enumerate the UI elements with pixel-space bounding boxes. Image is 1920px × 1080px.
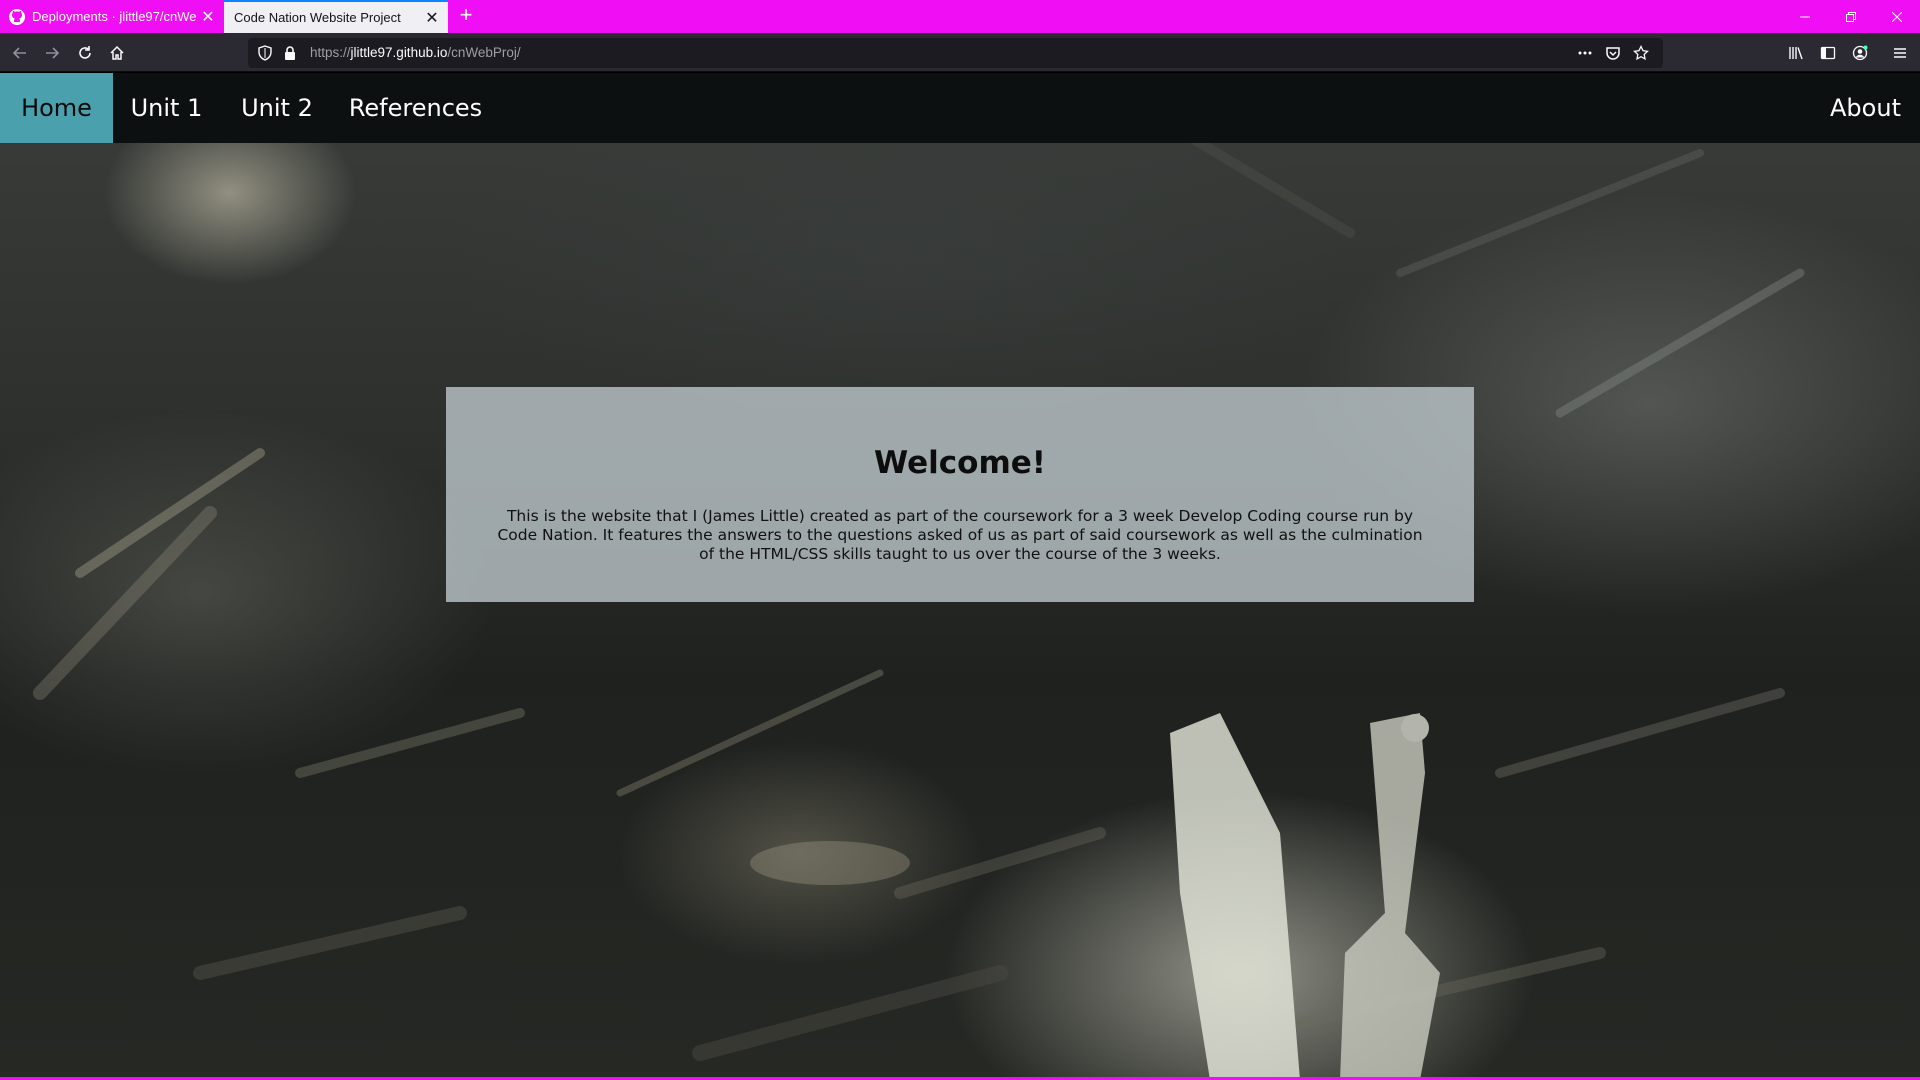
close-window-button[interactable] — [1874, 0, 1920, 33]
back-button[interactable] — [6, 39, 34, 67]
minimize-button[interactable] — [1782, 0, 1828, 33]
minimize-icon — [1800, 16, 1810, 17]
account-icon — [1852, 45, 1868, 61]
sidebar-button[interactable] — [1814, 39, 1842, 67]
browser-tab-strip: Deployments · jlittle97/cnWebPro ✕ Code … — [0, 0, 1920, 33]
browser-toolbar: https://jlittle97.github.io/cnWebProj/ — [0, 33, 1920, 72]
tab-code-nation[interactable]: Code Nation Website Project ✕ — [224, 0, 448, 33]
tab-title: Deployments · jlittle97/cnWebPro — [32, 9, 196, 24]
welcome-heading: Welcome! — [874, 445, 1046, 481]
library-icon — [1789, 47, 1803, 60]
welcome-description: This is the website that I (James Little… — [497, 507, 1423, 563]
nav-unit-1[interactable]: Unit 1 — [113, 73, 220, 143]
site-navigation: Home Unit 1 Unit 2 References About — [0, 73, 1920, 143]
nav-about[interactable]: About — [1811, 73, 1920, 143]
close-icon — [1892, 11, 1902, 22]
back-arrow-icon — [12, 47, 26, 59]
nav-references[interactable]: References — [334, 73, 497, 143]
hamburger-menu-icon — [1894, 48, 1906, 58]
close-tab-icon[interactable]: ✕ — [420, 6, 444, 30]
pocket-icon[interactable] — [1605, 45, 1621, 61]
close-tab-icon[interactable]: ✕ — [196, 5, 220, 29]
sidebar-icon — [1820, 46, 1836, 60]
tab-deployments[interactable]: Deployments · jlittle97/cnWebPro ✕ — [0, 0, 224, 33]
forward-arrow-icon — [46, 47, 60, 59]
url-path: /cnWebProj/ — [447, 45, 521, 60]
page-actions-icon[interactable] — [1577, 45, 1593, 61]
new-tab-button[interactable]: + — [454, 4, 478, 28]
home-icon — [110, 45, 124, 60]
restore-icon — [1846, 11, 1856, 22]
welcome-panel: Welcome! This is the website that I (Jam… — [446, 387, 1474, 602]
reload-icon — [79, 46, 91, 59]
url-host: jlittle97.github.io — [350, 45, 448, 60]
forward-button[interactable] — [38, 39, 66, 67]
home-button[interactable] — [103, 39, 131, 67]
web-page: Home Unit 1 Unit 2 References About Welc… — [0, 73, 1920, 1080]
shield-icon[interactable] — [257, 45, 273, 61]
reload-button[interactable] — [71, 39, 99, 67]
url-text[interactable]: https://jlittle97.github.io/cnWebProj/ — [310, 38, 521, 68]
library-button[interactable] — [1782, 39, 1810, 67]
github-icon — [9, 8, 25, 25]
address-bar[interactable]: https://jlittle97.github.io/cnWebProj/ — [248, 38, 1663, 68]
nav-unit-2[interactable]: Unit 2 — [220, 73, 334, 143]
url-scheme: https:// — [310, 45, 351, 60]
lock-icon[interactable] — [282, 45, 298, 61]
restore-button[interactable] — [1828, 0, 1874, 33]
tab-title: Code Nation Website Project — [234, 10, 401, 25]
app-menu-button[interactable] — [1886, 39, 1914, 67]
nav-home[interactable]: Home — [0, 73, 113, 143]
bookmark-star-icon[interactable] — [1633, 45, 1649, 61]
account-button[interactable] — [1846, 39, 1874, 67]
